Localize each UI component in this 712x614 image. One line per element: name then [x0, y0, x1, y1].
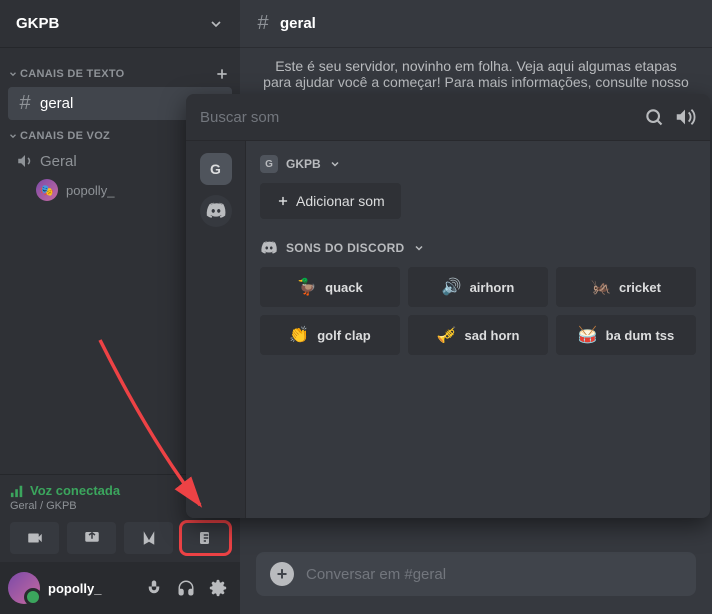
sound-ba-dum-tss[interactable]: 🥁ba dum tss	[556, 315, 696, 355]
screenshare-button[interactable]	[67, 522, 116, 554]
text-channels-heading[interactable]: CANAIS DE TEXTO	[0, 62, 240, 86]
hash-icon: #	[16, 92, 34, 115]
soundboard-rail: G	[186, 141, 246, 518]
chevron-down-icon	[208, 16, 224, 32]
rail-server-button[interactable]: G	[200, 153, 232, 185]
self-avatar[interactable]	[8, 572, 40, 604]
discord-sounds-head[interactable]: SONS DO DISCORD	[260, 239, 696, 257]
server-header[interactable]: GKPB	[0, 0, 240, 48]
attach-button[interactable]: +	[270, 562, 294, 586]
sound-golf-clap[interactable]: 👏golf clap	[260, 315, 400, 355]
channel-title: geral	[280, 15, 316, 32]
sound-quack[interactable]: 🦆quack	[260, 267, 400, 307]
settings-button[interactable]	[204, 574, 232, 602]
deafen-button[interactable]	[172, 574, 200, 602]
add-sound-button[interactable]: Adicionar som	[260, 183, 401, 219]
hash-icon: #	[254, 12, 272, 35]
camera-button[interactable]	[10, 522, 59, 554]
soundboard-button[interactable]	[181, 522, 230, 554]
channel-header: # geral	[240, 0, 712, 48]
sound-sad-horn[interactable]: 🎺sad horn	[408, 315, 548, 355]
compose-placeholder: Conversar em #geral	[306, 566, 446, 583]
self-username[interactable]: popolly_	[48, 581, 132, 596]
speaker-icon	[16, 152, 34, 170]
search-icon[interactable]	[644, 107, 664, 127]
soundboard-content: G GKPB Adicionar som SONS DO DISCORD 🦆qu…	[246, 141, 710, 518]
user-panel: popolly_	[0, 562, 240, 614]
message-compose[interactable]: + Conversar em #geral	[256, 552, 696, 596]
welcome-text: Este é seu servidor, novinho em folha. V…	[240, 48, 712, 93]
rail-discord-button[interactable]	[200, 195, 232, 227]
sound-airhorn[interactable]: 🔊airhorn	[408, 267, 548, 307]
server-name: GKPB	[16, 15, 59, 32]
server-section-head[interactable]: G GKPB	[260, 155, 696, 173]
avatar: 🎭	[36, 179, 58, 201]
volume-icon[interactable]	[674, 106, 696, 128]
sound-cricket[interactable]: 🦗cricket	[556, 267, 696, 307]
activity-button[interactable]	[124, 522, 173, 554]
soundboard-panel: G G GKPB Adicionar som SONS DO DISCORD 🦆…	[186, 94, 710, 518]
add-channel-icon[interactable]	[214, 66, 230, 82]
sound-search-input[interactable]	[200, 109, 634, 126]
mute-button[interactable]	[140, 574, 168, 602]
